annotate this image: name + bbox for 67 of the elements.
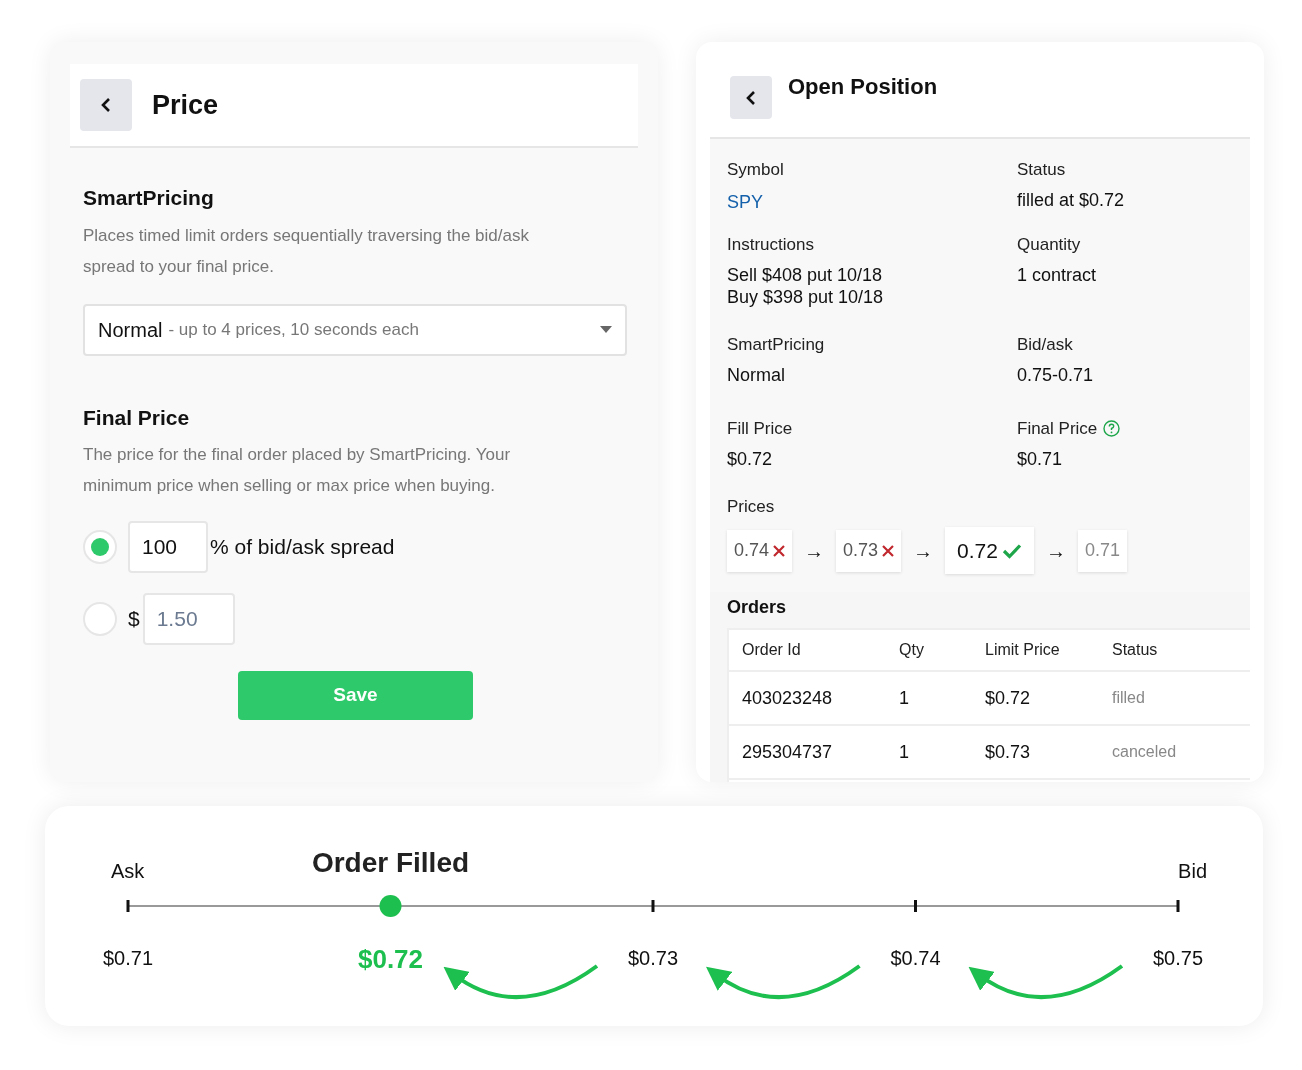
- field-label: Fill Price: [727, 418, 793, 440]
- price-chip: 0.71: [1077, 529, 1127, 572]
- price-label: $0.71: [102, 946, 154, 971]
- table-cell-text: canceled: [1112, 742, 1178, 762]
- table-cell-text: 1: [899, 686, 910, 710]
- axis-label: Ask: [111, 859, 145, 884]
- field-value: Sell $408 put 10/18: [727, 263, 884, 286]
- axis-label: Bid: [1178, 859, 1207, 884]
- column-header: Qty: [899, 640, 925, 660]
- chevron-left-icon: [100, 97, 112, 113]
- chevron-left-icon: [745, 89, 757, 106]
- check-icon: [1001, 542, 1022, 559]
- price-label: $0.75: [1152, 946, 1204, 971]
- field-value: Buy $398 put 10/18: [727, 285, 885, 308]
- price-chip: 0.72: [945, 527, 1034, 574]
- table-cell-text: $0.72: [985, 686, 1032, 710]
- pricing-dropdown[interactable]: Normal - up to 4 prices, 10 seconds each: [83, 303, 627, 356]
- cross-icon: [773, 544, 786, 557]
- page-title: Price: [152, 88, 219, 122]
- table-cell-text: filled: [1112, 688, 1146, 708]
- percent-input[interactable]: 100: [128, 521, 208, 573]
- section-heading: Orders: [727, 596, 788, 619]
- price-label: $0.73: [627, 946, 679, 971]
- arrow-text: →: [804, 538, 825, 564]
- order-filled-label: Order Filled: [311, 846, 470, 880]
- field-label: Bid/ask: [1017, 334, 1073, 356]
- table-cell-text: 403023248: [742, 686, 834, 710]
- field-value: $0.71: [1017, 447, 1064, 470]
- field-label: Final Price: [1017, 418, 1098, 440]
- radio-button[interactable]: [83, 602, 117, 636]
- field-label: Symbol: [727, 159, 784, 181]
- field-label: SmartPricing: [727, 334, 825, 356]
- field-value: 0.75-0.71: [1017, 363, 1095, 386]
- cross-icon: [882, 544, 895, 557]
- option-label: % of bid/ask spread: [210, 534, 395, 561]
- page-title: Open Position: [788, 73, 938, 101]
- dropdown-caret-icon: [600, 326, 612, 333]
- field-value: 1 contract: [1017, 263, 1098, 286]
- back-button[interactable]: [730, 76, 772, 119]
- currency-symbol: $: [128, 606, 140, 633]
- arrow-text: →: [913, 538, 934, 564]
- arrow-text: →: [1045, 538, 1066, 564]
- field-label: Instructions: [727, 234, 814, 256]
- table-cell-text: $0.73: [985, 740, 1032, 764]
- section-description: Places timed limit orders sequentially traversing the bid/ask spread to your final price.: [83, 224, 530, 278]
- symbol-link[interactable]: SPY: [727, 188, 1017, 216]
- table-cell-text: 295304737: [742, 740, 834, 764]
- field-label: Prices: [727, 496, 776, 518]
- column-header: Limit Price: [985, 640, 1061, 660]
- column-header: Order Id: [742, 640, 802, 660]
- section-description: The price for the final order placed by SmartPricing. Your minimum price when selling or max price when buying.: [83, 444, 512, 497]
- field-label: Status: [1017, 159, 1066, 181]
- table-cell-text: 1: [899, 740, 910, 764]
- dollar-input[interactable]: 1.50: [142, 593, 235, 645]
- field-value: $0.72: [727, 447, 774, 470]
- field-label: Quantity: [1017, 234, 1081, 256]
- section-heading: SmartPricing: [83, 185, 215, 211]
- radio-button[interactable]: [83, 530, 117, 564]
- field-value: Normal: [727, 363, 786, 386]
- column-header: Status: [1112, 640, 1159, 660]
- price-label: $0.74: [890, 946, 941, 971]
- back-button[interactable]: [80, 79, 132, 131]
- price-chip: 0.74: [727, 529, 793, 572]
- price-label: $0.72: [357, 943, 424, 976]
- price-chip: 0.73: [836, 529, 902, 572]
- field-value: filled at $0.72: [1017, 188, 1126, 211]
- section-heading: Final Price: [83, 404, 191, 431]
